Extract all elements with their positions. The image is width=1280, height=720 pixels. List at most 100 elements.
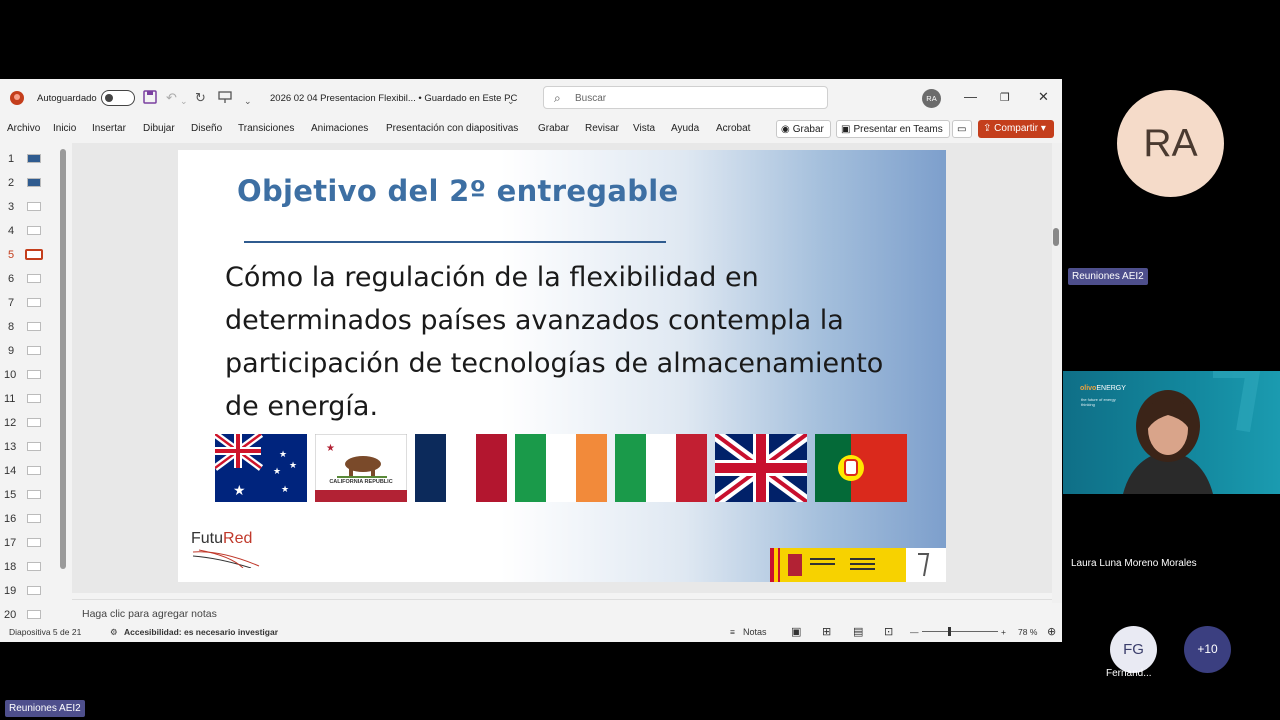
california-flag-text: CALIFORNIA REPUBLIC	[329, 479, 393, 485]
tab-archivo[interactable]: Archivo	[7, 123, 40, 134]
presenter-avatar[interactable]: RA	[1117, 90, 1224, 197]
title-underline	[244, 241, 666, 243]
thumb-number: 1	[8, 153, 15, 165]
more-participants-button[interactable]: +10	[1184, 626, 1231, 673]
slide-canvas[interactable]: Objetivo del 2º entregable Cómo la regul…	[178, 150, 946, 582]
slideshow-icon[interactable]: ⊡	[884, 625, 893, 638]
thumbnail-18[interactable]: 18	[0, 556, 60, 580]
doc-menu-chevron-icon[interactable]: ⌄	[507, 93, 515, 109]
fit-slide-icon[interactable]: ⊕	[1047, 625, 1056, 638]
undo-dropdown-icon[interactable]: ⌄	[180, 93, 188, 109]
thumb-preview	[27, 490, 41, 499]
zoom-slider-handle[interactable]	[948, 627, 951, 636]
thumbnail-12[interactable]: 12	[0, 412, 60, 436]
tab-diseno[interactable]: Diseño	[191, 123, 222, 134]
participant-video[interactable]: olivoENERGY the future of energy thinkin…	[1063, 371, 1280, 494]
tab-animaciones[interactable]: Animaciones	[311, 123, 368, 134]
thumbnail-9[interactable]: 9	[0, 340, 60, 364]
minimize-icon[interactable]: —	[964, 89, 977, 104]
svg-text:★: ★	[326, 443, 335, 454]
uk-flag	[715, 434, 807, 502]
svg-text:★: ★	[281, 484, 289, 494]
thumbnail-6[interactable]: 6	[0, 268, 60, 292]
comments-button[interactable]: ▭	[952, 120, 972, 138]
save-icon[interactable]	[143, 90, 157, 108]
normal-view-icon[interactable]: ▣	[791, 625, 801, 638]
thumbnail-17[interactable]: 17	[0, 532, 60, 556]
notes-toggle[interactable]: Notas	[743, 627, 767, 637]
thumbnail-7[interactable]: 7	[0, 292, 60, 316]
record-button[interactable]: ◉ Grabar	[776, 120, 831, 138]
thumbnail-15[interactable]: 15	[0, 484, 60, 508]
tab-presentacion[interactable]: Presentación con diapositivas	[386, 123, 518, 134]
zoom-level[interactable]: 78 %	[1018, 627, 1037, 637]
thumb-preview	[27, 394, 41, 403]
present-in-teams-button[interactable]: ▣ Presentar en Teams	[836, 120, 950, 138]
thumbnail-19[interactable]: 19	[0, 580, 60, 604]
close-icon[interactable]: ✕	[1038, 89, 1049, 105]
italy-flag	[615, 434, 707, 502]
document-name[interactable]: 2026 02 04 Presentacion Flexibil... • Gu…	[270, 93, 517, 104]
tab-vista[interactable]: Vista	[633, 123, 655, 134]
thumbnail-2[interactable]: 2	[0, 172, 60, 196]
notes-pane[interactable]: Haga clic para agregar notas	[72, 599, 1052, 621]
autosave-toggle[interactable]	[101, 90, 135, 106]
tab-revisar[interactable]: Revisar	[585, 123, 619, 134]
thumbnail-3[interactable]: 3	[0, 196, 60, 220]
tab-grabar[interactable]: Grabar	[538, 123, 569, 134]
share-chevron-icon: ▾	[1038, 123, 1046, 134]
thumb-preview	[27, 154, 41, 163]
powerpoint-logo-icon	[10, 91, 24, 105]
share-label: Compartir	[994, 123, 1039, 134]
tab-insertar[interactable]: Insertar	[92, 123, 126, 134]
teams-icon: ▣	[841, 124, 851, 135]
search-box[interactable]: ⌕ Buscar	[543, 86, 828, 109]
zoom-slider[interactable]	[922, 631, 998, 632]
thumb-preview	[27, 298, 41, 307]
customize-toolbar-icon[interactable]: ⌄	[244, 93, 252, 109]
tab-transiciones[interactable]: Transiciones	[238, 123, 294, 134]
slide-title[interactable]: Objetivo del 2º entregable	[237, 174, 678, 208]
accessibility-status[interactable]: Accesibilidad: es necesario investigar	[124, 627, 278, 637]
slide-scrollbar[interactable]	[1052, 143, 1062, 603]
share-button[interactable]: ⇪ Compartir ▾	[978, 120, 1054, 138]
tab-inicio[interactable]: Inicio	[53, 123, 76, 134]
tab-dibujar[interactable]: Dibujar	[143, 123, 175, 134]
zoom-in-icon[interactable]: +	[1001, 627, 1006, 637]
thumb-number: 5	[8, 249, 15, 261]
restore-icon[interactable]: ❐	[1000, 91, 1010, 104]
thumb-number: 17	[4, 537, 17, 549]
present-icon[interactable]	[218, 90, 232, 108]
tab-acrobat[interactable]: Acrobat	[716, 123, 750, 134]
thumb-preview	[27, 202, 41, 211]
thumb-preview	[27, 322, 41, 331]
reading-view-icon[interactable]: ▤	[853, 625, 863, 638]
undo-icon[interactable]: ↶	[166, 90, 177, 106]
meeting-tag: Reuniones AEI2	[1068, 268, 1148, 285]
user-avatar[interactable]: RA	[922, 89, 941, 108]
thumbnail-5[interactable]: 5	[0, 244, 60, 268]
thumbnail-13[interactable]: 13	[0, 436, 60, 460]
redo-icon[interactable]: ↻	[195, 90, 206, 106]
thumbnail-8[interactable]: 8	[0, 316, 60, 340]
participant-avatar-fg[interactable]: FG	[1110, 626, 1157, 673]
participant-name: Laura Luna Moreno Morales	[1071, 558, 1197, 569]
thumbnail-10[interactable]: 10	[0, 364, 60, 388]
slide-body-text[interactable]: Cómo la regulación de la flexibilidad en…	[225, 256, 925, 428]
zoom-out-icon[interactable]: —	[910, 627, 919, 637]
thumb-number: 7	[8, 297, 15, 309]
thumbnail-14[interactable]: 14	[0, 460, 60, 484]
thumbnail-16[interactable]: 16	[0, 508, 60, 532]
slide-sorter-icon[interactable]: ⊞	[822, 625, 831, 638]
thumb-number: 12	[4, 417, 17, 429]
thumbnail-scrollbar[interactable]	[60, 149, 66, 569]
tab-ayuda[interactable]: Ayuda	[671, 123, 699, 134]
notes-icon: ≡	[730, 627, 735, 637]
slide-scrollbar-thumb[interactable]	[1053, 228, 1059, 246]
thumbnail-11[interactable]: 11	[0, 388, 60, 412]
thumbnail-1[interactable]: 1	[0, 148, 60, 172]
thumbnail-4[interactable]: 4	[0, 220, 60, 244]
svg-text:★: ★	[289, 460, 297, 470]
slide-counter[interactable]: Diapositiva 5 de 21	[9, 627, 81, 637]
thumb-number: 6	[8, 273, 15, 285]
